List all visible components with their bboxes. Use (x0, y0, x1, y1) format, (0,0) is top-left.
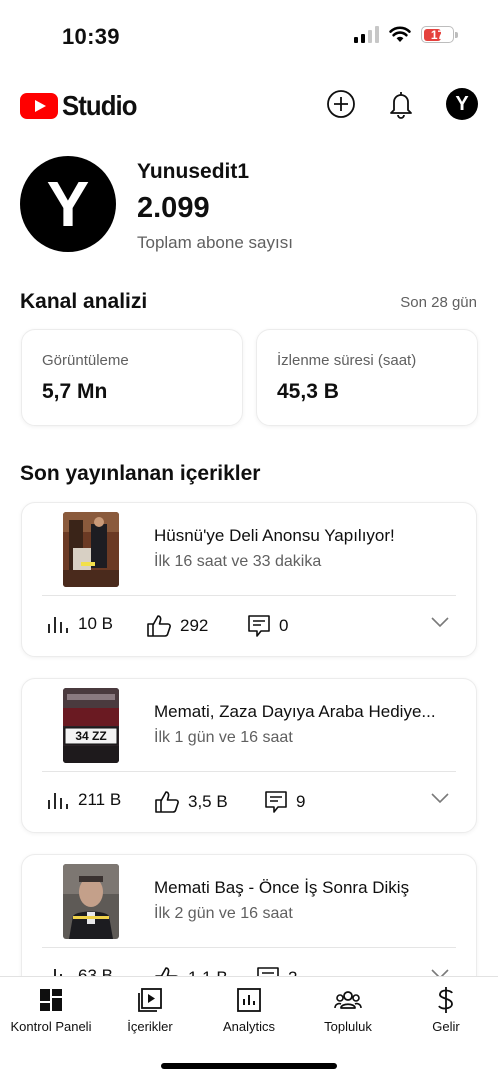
account-button[interactable]: Y (446, 88, 478, 120)
thumbs-up-icon (147, 615, 171, 637)
expand-button[interactable] (431, 615, 449, 633)
video-thumbnail (63, 512, 119, 587)
likes-count: 292 (180, 616, 209, 635)
battery-icon: 17 (421, 26, 454, 43)
comments-stat: 0 (247, 614, 288, 638)
divider (42, 771, 456, 772)
bar-chart-icon (48, 793, 68, 809)
channel-avatar[interactable]: Y (20, 156, 116, 252)
video-thumbnail (63, 864, 119, 939)
comment-icon (248, 615, 270, 637)
views-value: 5,7 Mn (42, 380, 108, 403)
cellular-signal-icon (354, 26, 379, 43)
notifications-button[interactable] (385, 88, 417, 120)
video-thumbnail: 34 ZZ (63, 688, 119, 763)
watch-time-label: İzlenme süresi (saat) (277, 352, 417, 369)
chevron-down-icon (431, 617, 449, 628)
battery-level: 17 (430, 27, 445, 42)
tab-label: Gelir (432, 1019, 460, 1034)
earn-icon (438, 987, 453, 1013)
views-label: Görüntüleme (42, 352, 129, 369)
channel-summary: Y Yunusedit1 2.099 Toplam abone sayısı (20, 156, 480, 256)
tab-label: İçerikler (127, 1019, 173, 1034)
tab-label: Analytics (222, 1019, 276, 1034)
comments-count: 0 (279, 616, 289, 635)
youtube-play-icon (20, 93, 58, 119)
subscriber-count: 2.099 (137, 192, 210, 224)
tab-label: Topluluk (324, 1019, 372, 1034)
status-bar: 10:39 17 (0, 0, 498, 70)
status-indicators: 17 (354, 26, 458, 43)
tab-dashboard[interactable]: Kontrol Paneli (1, 987, 101, 1034)
likes-stat: 292 (146, 614, 208, 638)
avatar: Y (446, 88, 478, 120)
comments-count: 9 (296, 792, 306, 811)
channel-name: Yunusedit1 (137, 160, 250, 183)
watch-time-card[interactable]: İzlenme süresi (saat) 45,3 B (256, 329, 478, 426)
license-plate-text: 34 ZZ (75, 729, 107, 743)
watch-time-value: 45,3 B (277, 380, 339, 403)
tab-analytics[interactable]: Analytics (199, 987, 299, 1034)
status-time: 10:39 (62, 24, 120, 49)
expand-button[interactable] (431, 791, 449, 809)
recent-content-title: Son yayınlanan içerikler (20, 462, 261, 485)
views-stat: 10 B (46, 614, 113, 634)
views-card[interactable]: Görüntüleme 5,7 Mn (21, 329, 243, 426)
youtube-studio-logo[interactable]: Studio (20, 90, 143, 122)
likes-stat: 3,5 B (154, 790, 228, 814)
analytics-period: Son 28 gün (400, 294, 477, 311)
create-button[interactable] (325, 88, 357, 120)
comments-stat: 9 (264, 790, 305, 814)
video-period: İlk 2 gün ve 16 saat (154, 905, 293, 922)
bar-chart-icon (48, 617, 68, 633)
comment-icon (265, 791, 287, 813)
views-count: 211 B (78, 790, 122, 809)
tab-earn[interactable]: Gelir (396, 987, 496, 1034)
content-card[interactable]: Hüsnü'ye Deli Anonsu Yapılıyor! İlk 16 s… (21, 502, 477, 657)
add-circle-icon (327, 90, 355, 118)
views-count: 10 B (78, 614, 113, 633)
bell-icon (390, 92, 412, 119)
wifi-icon (389, 26, 411, 42)
thumbs-up-icon (155, 791, 179, 813)
views-stat: 211 B (46, 790, 121, 810)
content-icon (138, 988, 162, 1012)
tab-community[interactable]: Topluluk (298, 987, 398, 1034)
video-period: İlk 16 saat ve 33 dakika (154, 553, 322, 570)
video-period: İlk 1 gün ve 16 saat (154, 729, 293, 746)
likes-count: 3,5 B (188, 792, 228, 811)
video-title: Memati, Zaza Dayıya Araba Hediye... (154, 702, 436, 721)
content-card[interactable]: 34 ZZ Memati, Zaza Dayıya Araba Hediye..… (21, 678, 477, 833)
subscriber-count-label: Toplam abone sayısı (137, 233, 293, 252)
divider (42, 595, 456, 596)
tab-label: Kontrol Paneli (10, 1019, 92, 1034)
chevron-down-icon (431, 793, 449, 804)
community-icon (334, 991, 362, 1009)
channel-analytics-title: Kanal analizi (20, 290, 148, 313)
video-title: Hüsnü'ye Deli Anonsu Yapılıyor! (154, 526, 395, 545)
home-indicator[interactable] (161, 1063, 337, 1069)
logo-text: Studio (62, 90, 138, 121)
video-title: Memati Baş - Önce İş Sonra Dikiş (154, 878, 410, 897)
app-header: Studio Y (0, 80, 498, 128)
dashboard-icon (40, 989, 62, 1011)
tab-content[interactable]: İçerikler (100, 987, 200, 1034)
divider (42, 947, 456, 948)
analytics-icon (237, 988, 261, 1012)
